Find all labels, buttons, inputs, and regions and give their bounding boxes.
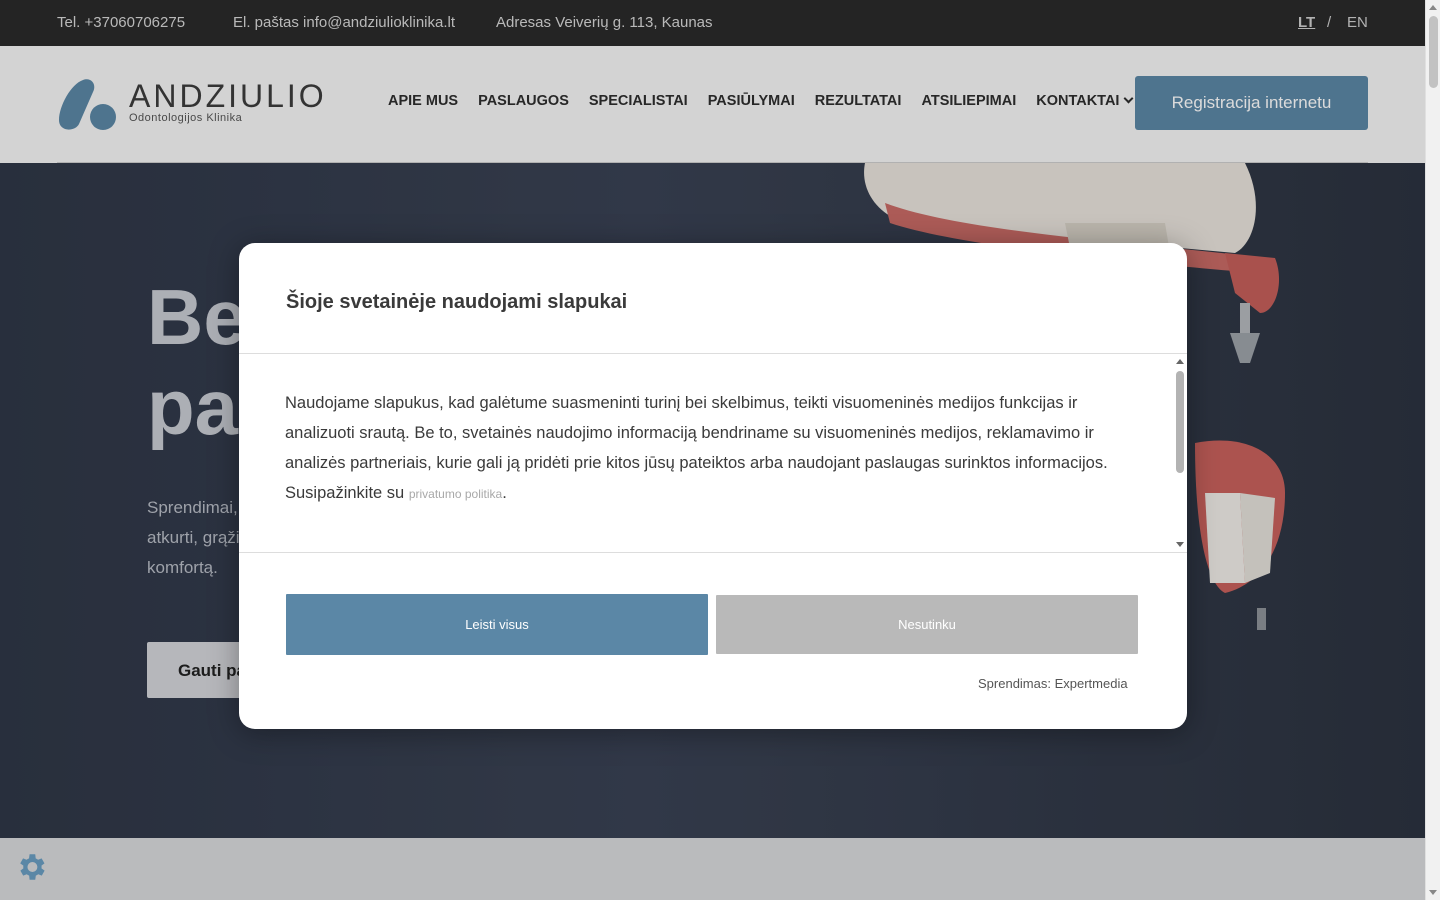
cookie-dialog-title: Šioje svetainėje naudojami slapukai xyxy=(286,291,628,313)
cookie-dialog-body: Naudojame slapukus, kad galėtume suasmen… xyxy=(285,388,1135,509)
dialog-divider-bottom xyxy=(239,552,1187,553)
privacy-policy-link[interactable]: privatumo politika xyxy=(409,487,502,501)
dialog-divider-top xyxy=(239,353,1187,354)
page-scroll-down-icon[interactable] xyxy=(1429,890,1437,895)
allow-all-cookies-button[interactable]: Leisti visus xyxy=(286,594,708,655)
scroll-up-arrow-icon[interactable] xyxy=(1176,359,1184,364)
dialog-scroll-thumb[interactable] xyxy=(1176,371,1184,473)
decline-cookies-button[interactable]: Nesutinku xyxy=(716,595,1138,654)
cookie-body-end: . xyxy=(502,484,507,502)
page-scroll-thumb[interactable] xyxy=(1429,16,1438,88)
page-scrollbar[interactable] xyxy=(1425,0,1440,900)
dialog-scrollbar[interactable] xyxy=(1173,355,1187,551)
scroll-down-arrow-icon[interactable] xyxy=(1176,542,1184,547)
cookie-body-text: Naudojame slapukus, kad galėtume suasmen… xyxy=(285,394,1108,502)
cookie-provider-credit[interactable]: Sprendimas: Expertmedia xyxy=(978,676,1128,691)
cookie-consent-dialog: Šioje svetainėje naudojami slapukai Naud… xyxy=(239,243,1187,729)
settings-gear-icon[interactable] xyxy=(14,850,48,884)
page-scroll-up-icon[interactable] xyxy=(1429,5,1437,10)
